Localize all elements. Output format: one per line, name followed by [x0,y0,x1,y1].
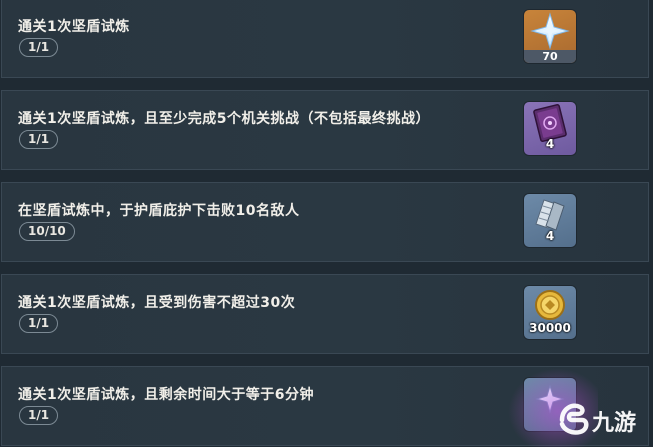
task-title: 通关1次坚盾试炼，且受到伤害不超过30次 [18,295,296,311]
event-task-list: 通关1次坚盾试炼 1/1 70 通关1次坚盾试炼，且至少完成5个机关挑战（不包括… [0,0,653,447]
task-title: 通关1次坚盾试炼，且剩余时间大于等于6分钟 [18,387,314,403]
mystic-enhancement-ore-icon [535,199,565,231]
task-title: 通关1次坚盾试炼 [18,19,130,35]
task-title: 在坚盾试炼中，于护盾庇护下击败10名敌人 [18,203,300,219]
svg-text:九游: 九游 [591,410,636,436]
reward-count: 4 [545,137,555,151]
reward-count: 30000 [529,321,571,335]
task-progress: 1/1 [19,314,59,333]
reward-count: 70 [524,50,576,63]
primogem-icon [530,12,570,50]
reward-item[interactable]: 30000 [524,286,576,339]
mora-coin-icon [535,290,565,320]
task-row: 通关1次坚盾试炼 1/1 70 [1,0,649,78]
task-progress: 1/1 [19,38,59,57]
task-progress: 10/10 [19,222,75,241]
task-progress: 1/1 [19,406,59,425]
reward-item[interactable]: 4 [524,194,576,247]
reward-count: 4 [545,229,555,243]
task-row: 在坚盾试炼中，于护盾庇护下击败10名敌人 10/10 4 [1,182,649,262]
reward-item[interactable]: 4 [524,102,576,155]
task-progress: 1/1 [19,130,59,149]
task-title: 通关1次坚盾试炼，且至少完成5个机关挑战（不包括最终挑战） [18,111,430,127]
heros-wit-book-icon [533,104,567,142]
watermark-logo: 九游 [559,403,636,436]
reward-item[interactable]: 70 [524,10,576,63]
task-row: 通关1次坚盾试炼，且至少完成5个机关挑战（不包括最终挑战） 1/1 4 [1,90,649,170]
task-row: 通关1次坚盾试炼，且受到伤害不超过30次 1/1 30000 [1,274,649,354]
